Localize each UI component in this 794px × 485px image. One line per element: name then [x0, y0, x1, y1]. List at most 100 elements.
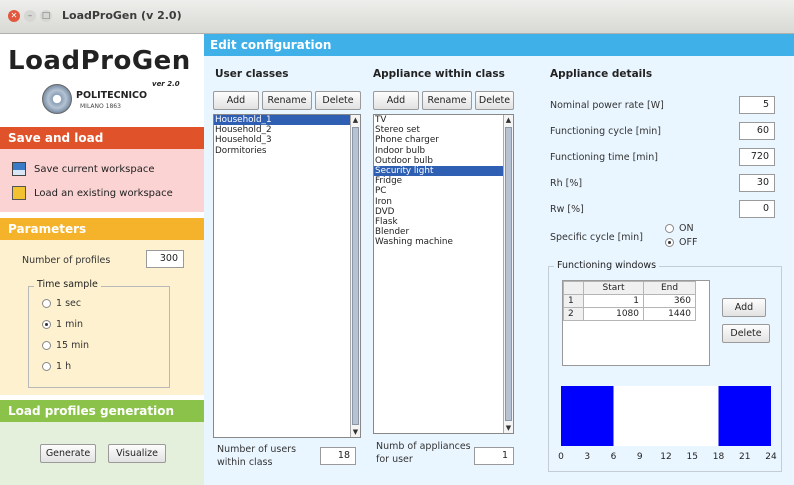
window-titlebar: ✕ – □ LoadProGen (v 2.0) — [0, 0, 794, 34]
profiles-label: Number of profiles — [22, 255, 111, 266]
appliance-rename-button[interactable]: Rename — [422, 91, 472, 110]
appliance-list-item[interactable]: PC — [374, 186, 513, 196]
close-icon[interactable]: ✕ — [8, 10, 20, 22]
table-cell-start[interactable]: 1080 — [583, 307, 644, 321]
radio-dot — [42, 341, 51, 350]
radio-1h[interactable]: 1 h — [42, 361, 71, 372]
appliance-list-item[interactable]: TV — [374, 115, 513, 125]
edit-configuration-header: Edit configuration — [204, 34, 794, 56]
table-cell-start[interactable]: 1 — [583, 294, 644, 308]
table-cell-end[interactable]: 1440 — [643, 307, 696, 321]
table-cell-end[interactable]: 360 — [643, 294, 696, 308]
appliances-count-label-2: for user — [376, 454, 413, 465]
appliance-delete-button[interactable]: Delete — [475, 91, 514, 110]
appliance-list-item[interactable]: Blender — [374, 227, 513, 237]
polimi-seal-icon — [42, 84, 72, 114]
radio-15min[interactable]: 15 min — [42, 340, 89, 351]
appliances-count-label: Numb of appliances — [376, 441, 471, 452]
detail-field-label: Rw [%] — [550, 204, 584, 215]
time-sample-label: Time sample — [34, 279, 101, 290]
radio-1sec[interactable]: 1 sec — [42, 298, 81, 309]
detail-field-input[interactable]: 60 — [739, 122, 775, 140]
user-class-delete-button[interactable]: Delete — [315, 91, 361, 110]
left-panel: LoadProGen ver 2.0 POLITECNICO MILANO 18… — [0, 34, 204, 485]
x-tick-label: 21 — [739, 452, 751, 462]
generate-button[interactable]: Generate — [40, 444, 96, 463]
table-cell-idx[interactable]: 2 — [563, 307, 584, 321]
appliance-list-item[interactable]: Iron — [374, 197, 513, 207]
appliance-list-item[interactable]: Phone charger — [374, 135, 513, 145]
scroll-up-icon[interactable]: ▲ — [351, 115, 360, 125]
specific-cycle-off-radio[interactable]: OFF — [665, 237, 697, 248]
user-class-list-item[interactable]: Household_3 — [214, 135, 360, 145]
user-class-rename-button[interactable]: Rename — [262, 91, 312, 110]
specific-cycle-label: Specific cycle [min] — [550, 232, 643, 243]
detail-field-label: Functioning cycle [min] — [550, 126, 662, 137]
scroll-thumb[interactable] — [505, 127, 512, 421]
maximize-icon[interactable]: □ — [40, 10, 52, 22]
load-workspace-link[interactable]: Load an existing workspace — [12, 186, 173, 200]
window-delete-button[interactable]: Delete — [722, 324, 770, 343]
detail-field-input[interactable]: 0 — [739, 200, 775, 218]
functioning-windows-table[interactable]: Start End 1 1 360 2 1080 1440 — [562, 280, 710, 366]
user-class-list-item[interactable]: Household_2 — [214, 125, 360, 135]
minimize-icon[interactable]: – — [24, 10, 36, 22]
scroll-down-icon[interactable]: ▼ — [504, 423, 513, 433]
window-add-button[interactable]: Add — [722, 298, 766, 317]
appliance-list-item[interactable]: Fridge — [374, 176, 513, 186]
app-logo: LoadProGen — [8, 46, 191, 76]
scroll-thumb[interactable] — [352, 127, 359, 425]
table-row[interactable]: 2 1080 1440 — [563, 307, 696, 321]
user-classes-title: User classes — [215, 68, 289, 80]
save-load-section: Save current workspace Load an existing … — [0, 149, 204, 212]
appliances-list[interactable]: TV Stereo set Phone charger Indoor bulb Outd… — [373, 114, 514, 434]
users-count-label-2: within class — [217, 457, 273, 468]
scroll-up-icon[interactable]: ▲ — [504, 115, 513, 125]
window-title: LoadProGen (v 2.0) — [62, 9, 182, 22]
org-name: POLITECNICO — [76, 90, 148, 101]
radio-dot — [42, 299, 51, 308]
radio-1min[interactable]: 1 min — [42, 319, 83, 330]
radio-dot-selected — [665, 238, 674, 247]
start-column-header: Start — [583, 281, 644, 295]
save-workspace-label: Save current workspace — [34, 163, 155, 175]
scrollbar[interactable]: ▲ ▼ — [350, 115, 360, 437]
parameters-header: Parameters — [0, 218, 204, 240]
scroll-down-icon[interactable]: ▼ — [351, 427, 360, 437]
detail-field-label: Rh [%] — [550, 178, 583, 189]
generation-section — [0, 422, 204, 485]
generation-header: Load profiles generation — [0, 400, 204, 422]
user-classes-list[interactable]: Household_1 Household_2 Household_3 Dormito… — [213, 114, 361, 438]
detail-field-label: Nominal power rate [W] — [550, 100, 664, 111]
user-class-add-button[interactable]: Add — [213, 91, 259, 110]
user-class-list-item[interactable]: Household_1 — [214, 115, 360, 126]
detail-field-input[interactable]: 30 — [739, 174, 775, 192]
load-workspace-label: Load an existing workspace — [34, 187, 173, 199]
profiles-input[interactable]: 300 — [146, 250, 184, 268]
table-cell-idx[interactable]: 1 — [563, 294, 584, 308]
scrollbar[interactable]: ▲ ▼ — [503, 115, 513, 433]
window-bar-0 — [561, 386, 614, 446]
table-row[interactable]: 1 1 360 — [563, 294, 696, 308]
appliances-count-input[interactable]: 1 — [474, 447, 514, 465]
users-count-input[interactable]: 18 — [320, 447, 356, 465]
appliance-add-button[interactable]: Add — [373, 91, 419, 110]
appliance-list-item[interactable]: Security light — [374, 165, 513, 177]
x-tick-label: 9 — [636, 452, 643, 462]
detail-field-input[interactable]: 5 — [739, 96, 775, 114]
radio-dot — [42, 362, 51, 371]
daily-windows-chart — [561, 386, 771, 446]
windows-bar-chart — [561, 386, 771, 446]
appliance-list-item[interactable]: Washing machine — [374, 237, 513, 247]
appliance-list-item[interactable]: Outdoor bulb — [374, 156, 513, 166]
visualize-button[interactable]: Visualize — [108, 444, 166, 463]
appliance-list-item[interactable]: DVD — [374, 207, 513, 217]
appliance-list-item[interactable]: Stereo set — [374, 125, 513, 135]
user-class-list-item[interactable]: Dormitories — [214, 146, 360, 156]
appliance-list-item[interactable]: Indoor bulb — [374, 146, 513, 156]
appliance-list-item[interactable]: Flask — [374, 217, 513, 227]
edit-configuration-panel: Edit configuration User classes Add Rena… — [204, 34, 794, 485]
save-workspace-link[interactable]: Save current workspace — [12, 162, 155, 176]
specific-cycle-on-radio[interactable]: ON — [665, 223, 694, 234]
detail-field-input[interactable]: 720 — [739, 148, 775, 166]
